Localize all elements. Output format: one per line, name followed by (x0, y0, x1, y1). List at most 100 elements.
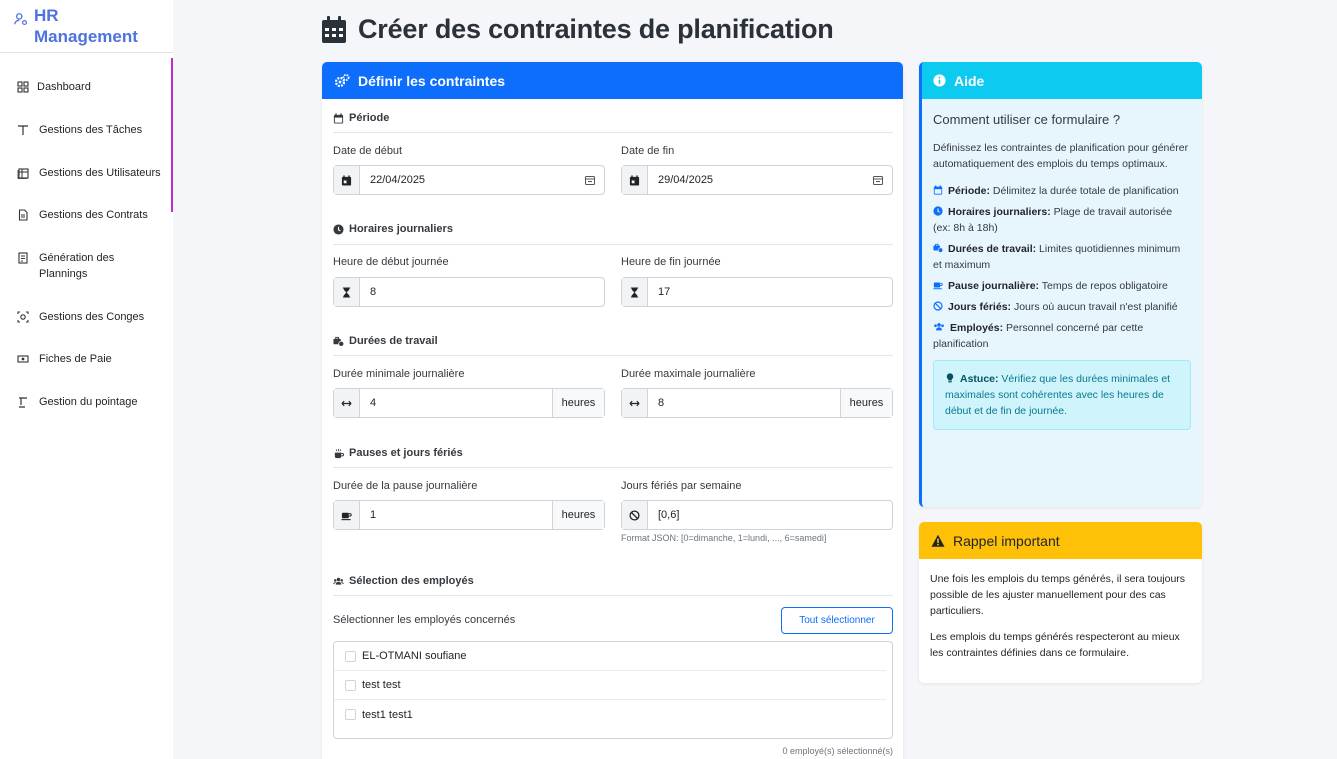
section-hours-title: Horaires journaliers (333, 223, 453, 235)
day-start-value[interactable]: 8 (360, 278, 604, 306)
warning-triangle-icon (931, 534, 945, 547)
sidebar-item-label: Gestions des Tâches (39, 124, 143, 136)
document-icon (18, 209, 28, 221)
day-end-addon (622, 278, 648, 306)
brand-line-1: HR (34, 6, 59, 25)
max-duration-unit: heures (840, 389, 892, 417)
start-date-field[interactable]: 22/04/2025 (333, 165, 605, 195)
min-duration-field[interactable]: 4 heures (333, 388, 605, 418)
form-card-header: Définir les contraintes (322, 62, 903, 99)
min-duration-value[interactable]: 4 (360, 389, 552, 417)
lightbulb-icon (946, 373, 954, 383)
mug-icon (341, 512, 352, 520)
clock-icon (333, 223, 344, 235)
day-end-label: Heure de fin journée (621, 256, 721, 268)
divider (333, 467, 893, 468)
pause-unit: heures (552, 501, 604, 529)
hourglass-start-icon (342, 287, 351, 297)
employee-checkbox[interactable] (345, 709, 356, 720)
select-all-button[interactable]: Tout sélectionner (781, 607, 893, 634)
pause-label: Durée de la pause journalière (333, 480, 478, 492)
reminder-card: Rappel important Une fois les emplois du… (919, 522, 1202, 683)
day-end-value[interactable]: 17 (648, 278, 892, 306)
end-date-addon (622, 166, 648, 194)
nav-scroll-indicator (171, 58, 173, 212)
section-employees-label: Sélection des employés (349, 575, 474, 587)
arrows-horizontal-icon (629, 400, 640, 406)
end-date-value[interactable]: 29/04/2025 (648, 166, 864, 194)
day-start-label: Heure de début journée (333, 256, 449, 268)
start-date-picker-icon[interactable] (576, 166, 604, 194)
employee-name: test test (362, 679, 401, 691)
holidays-value[interactable]: [0,6] (648, 501, 892, 529)
sidebar-item-payslips[interactable]: Fiches de Paie (0, 351, 173, 367)
sidebar-item-users[interactable]: Gestions des Utilisateurs (0, 165, 173, 181)
help-item-holidays: Jours fériés: Jours où aucun travail n'e… (933, 299, 1191, 315)
holidays-label: Jours fériés par semaine (621, 480, 742, 492)
dashboard-icon (17, 81, 29, 93)
pause-value[interactable]: 1 (360, 501, 552, 529)
brand[interactable]: HR Management (0, 0, 173, 53)
calendar-icon (333, 112, 344, 124)
end-date-field[interactable]: 29/04/2025 (621, 165, 893, 195)
help-text: Temps de repos obligatoire (1039, 280, 1168, 292)
divider (333, 244, 893, 245)
help-item-hours: Horaires journaliers: Plage de travail a… (933, 204, 1191, 236)
sidebar-item-label: Gestions des Utilisateurs (39, 167, 161, 179)
sidebar-item-dashboard[interactable]: Dashboard (0, 79, 173, 95)
start-date-value[interactable]: 22/04/2025 (360, 166, 576, 194)
employee-name: EL-OTMANI soufiane (362, 650, 467, 662)
section-period-label: Période (349, 112, 390, 124)
form-card-title: Définir les contraintes (358, 72, 506, 89)
tip-alert: Astuce: Vérifiez que les durées minimale… (933, 360, 1191, 430)
business-time-icon (933, 243, 944, 253)
business-time-icon (333, 336, 344, 347)
employee-checkbox[interactable] (345, 679, 356, 691)
employee-list: EL-OTMANI soufiane test test test1 test1 (333, 641, 893, 739)
hourglass-end-icon (630, 287, 639, 297)
help-card-header: Aide (922, 62, 1202, 99)
calendar-day-icon (341, 174, 352, 186)
sidebar-item-tasks[interactable]: Gestions des Tâches (0, 122, 173, 138)
brand-line-2: Management (34, 27, 138, 46)
reminder-body: Une fois les emplois du temps générés, i… (919, 559, 1202, 683)
sidebar-item-timeclock[interactable]: Gestion du pointage (0, 394, 173, 410)
reminder-card-title: Rappel important (953, 532, 1060, 549)
page-header: Créer des contraintes de planification (322, 14, 834, 45)
sidebar-item-leave[interactable]: Gestions des Conges (0, 309, 173, 325)
help-item-durations: Durées de travail: Limites quotidiennes … (933, 241, 1191, 273)
pause-field[interactable]: 1 heures (333, 500, 605, 530)
tasks-icon (18, 125, 28, 135)
max-duration-addon (622, 389, 648, 417)
calendar-icon (322, 16, 346, 43)
employee-checkbox[interactable] (345, 650, 356, 662)
reminder-paragraph-1: Une fois les emplois du temps générés, i… (930, 573, 1186, 617)
brand-title: HR Management (34, 5, 138, 47)
help-term: Durées de travail: (948, 243, 1037, 255)
end-date-picker-icon[interactable] (864, 166, 892, 194)
help-item-employees: Employés: Personnel concerné par cette p… (933, 320, 1191, 352)
help-term: Horaires journaliers: (948, 206, 1051, 218)
help-term: Jours fériés: (948, 301, 1012, 313)
arrows-horizontal-icon (341, 400, 352, 406)
day-start-field[interactable]: 8 (333, 277, 605, 307)
help-intro: Définissez les contraintes de planificat… (933, 142, 1189, 170)
mug-icon (933, 282, 943, 290)
day-end-field[interactable]: 17 (621, 277, 893, 307)
sidebar-item-plannings[interactable]: Génération des Plannings (0, 250, 173, 282)
holidays-field[interactable]: [0,6] (621, 500, 893, 530)
sidebar-item-contracts[interactable]: Gestions des Contrats (0, 207, 173, 223)
employee-item[interactable]: EL-OTMANI soufiane (334, 642, 886, 671)
help-card: Aide Comment utiliser ce formulaire ? Dé… (919, 62, 1202, 507)
users-icon (934, 323, 944, 331)
max-duration-value[interactable]: 8 (648, 389, 840, 417)
tip-term: Astuce: (960, 373, 999, 385)
max-duration-field[interactable]: 8 heures (621, 388, 893, 418)
user-cog-icon (14, 13, 28, 26)
min-duration-label: Durée minimale journalière (333, 368, 465, 380)
employee-item[interactable]: test1 test1 (334, 700, 886, 729)
min-duration-unit: heures (552, 389, 604, 417)
help-term: Période: (948, 185, 991, 197)
employee-item[interactable]: test test (334, 671, 886, 700)
help-body: Comment utiliser ce formulaire ? Définis… (922, 99, 1202, 430)
